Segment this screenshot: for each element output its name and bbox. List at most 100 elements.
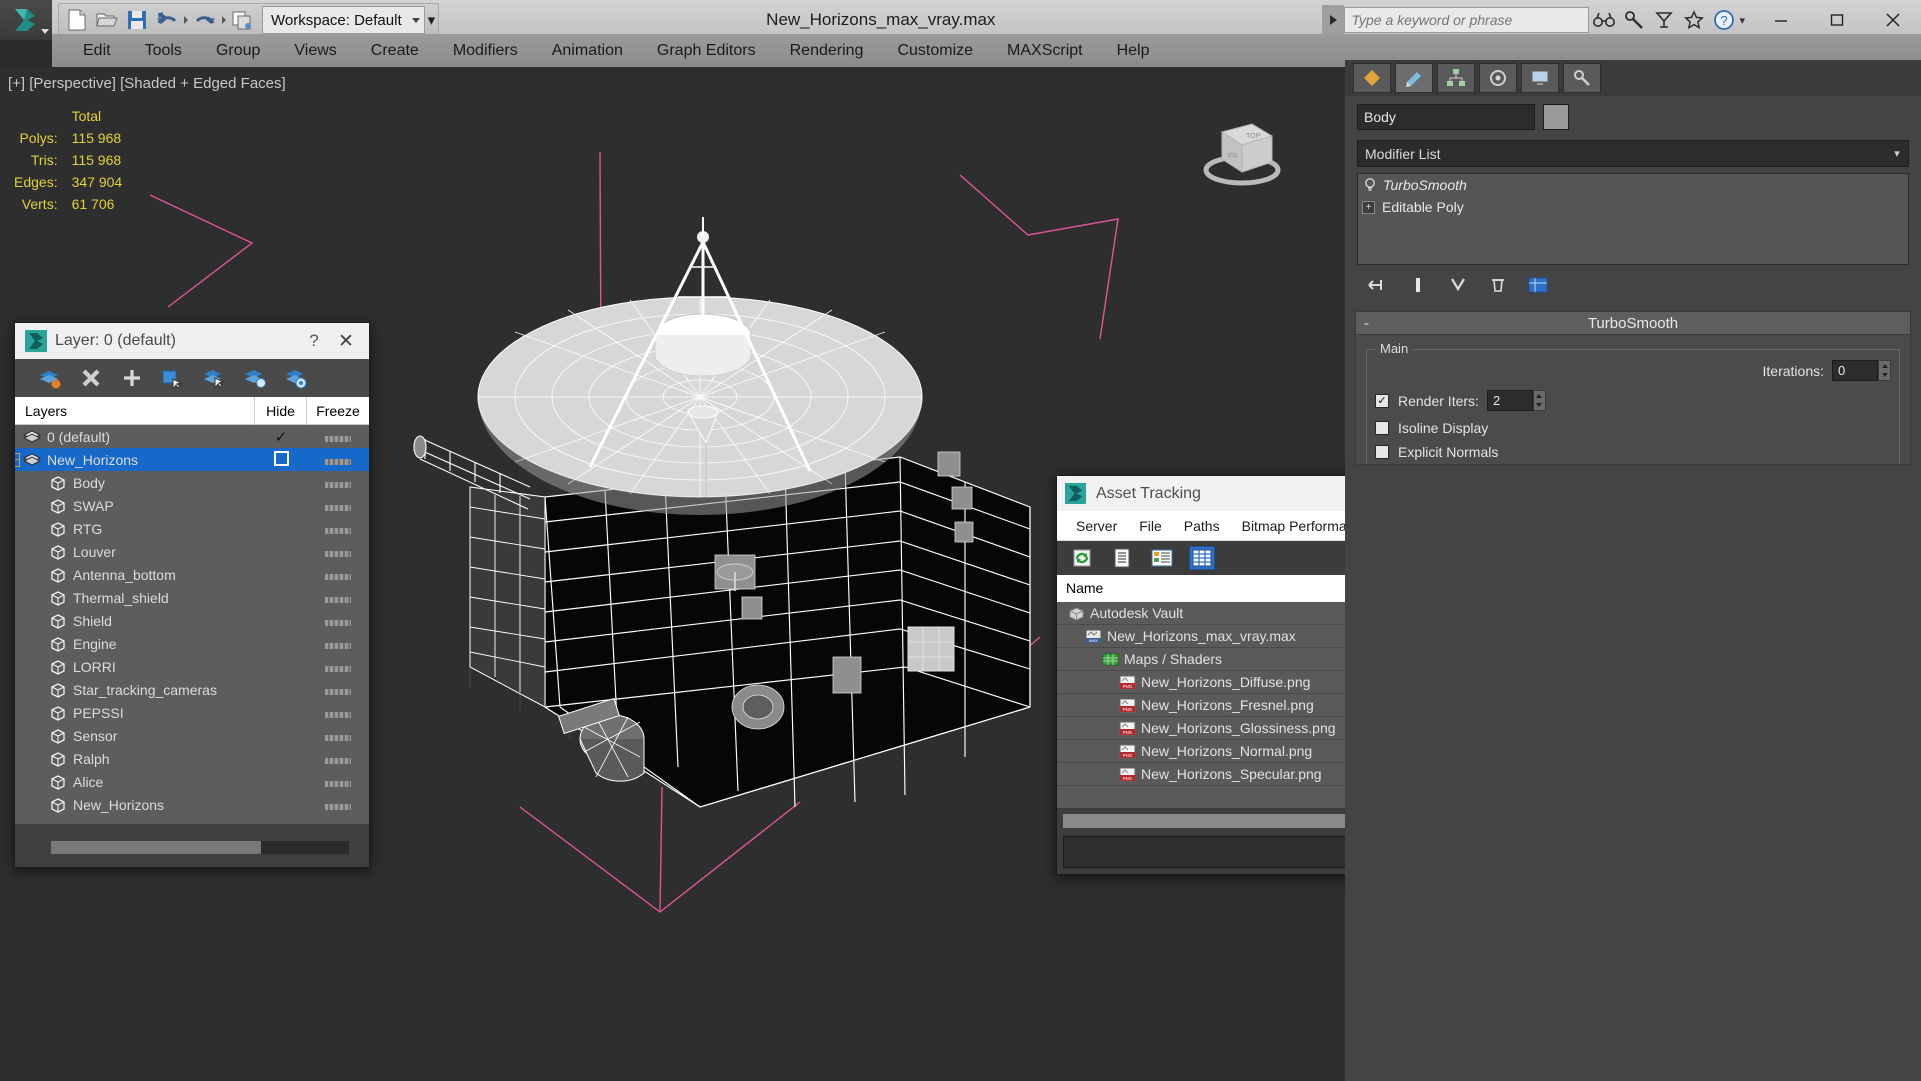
render-iters-checkbox[interactable]: ✓ [1375, 393, 1389, 408]
redo-icon[interactable] [190, 5, 220, 35]
layer-row[interactable]: Sensor [15, 724, 369, 747]
scrollbar-thumb[interactable] [51, 841, 261, 854]
menu-item-edit[interactable]: Edit [66, 34, 128, 67]
asset-menu-file[interactable]: File [1128, 518, 1173, 534]
layer-freeze-toggle[interactable] [307, 659, 369, 675]
explicit-normals-checkbox[interactable] [1375, 445, 1389, 459]
isoline-display-row[interactable]: Isoline Display [1375, 420, 1891, 436]
make-unique-icon[interactable] [1445, 273, 1471, 297]
asset-menu-paths[interactable]: Paths [1173, 518, 1231, 534]
layer-freeze-toggle[interactable] [307, 705, 369, 721]
configure-sets-icon[interactable] [1525, 273, 1551, 297]
menu-item-animation[interactable]: Animation [535, 34, 640, 67]
layer-freeze-toggle[interactable] [307, 774, 369, 790]
asset-menu-server[interactable]: Server [1065, 518, 1128, 534]
dish-icon[interactable] [1649, 4, 1679, 36]
binoculars-icon[interactable] [1589, 4, 1619, 36]
save-icon[interactable] [122, 5, 152, 35]
wrench-icon[interactable] [1619, 4, 1649, 36]
search-expand-icon[interactable] [1322, 5, 1345, 35]
menu-item-group[interactable]: Group [199, 34, 277, 67]
command-panel[interactable]: Modifier List ▾ TurboSmooth + Editable P… [1345, 60, 1921, 1081]
layer-row[interactable]: Alice [15, 770, 369, 793]
app-logo[interactable] [0, 0, 52, 40]
menu-item-create[interactable]: Create [354, 34, 436, 67]
rollout-collapse-icon[interactable]: - [1364, 315, 1369, 332]
render-iters-stepper[interactable] [1486, 390, 1546, 411]
grid-view-icon[interactable] [1189, 546, 1215, 570]
layer-row[interactable]: 0 (default) ✓ [15, 425, 369, 448]
layer-dialog-titlebar[interactable]: Layer: 0 (default) ? ✕ [15, 323, 369, 359]
help-dropdown-caret[interactable]: ▾ [1739, 14, 1745, 27]
menu-item-maxscript[interactable]: MAXScript [990, 34, 1100, 67]
menu-item-views[interactable]: Views [277, 34, 353, 67]
asset-col-name[interactable]: Name [1057, 575, 1393, 602]
layer-row[interactable]: Antenna_bottom [15, 563, 369, 586]
layer-freeze-toggle[interactable] [307, 521, 369, 537]
plus-expander-icon[interactable]: + [1362, 200, 1375, 214]
set-project-icon[interactable] [228, 5, 258, 35]
layer-col-name[interactable]: Layers [15, 396, 255, 425]
layer-help-button[interactable]: ? [299, 331, 329, 351]
menu-item-rendering[interactable]: Rendering [773, 34, 881, 67]
help-icon[interactable]: ? [1709, 4, 1739, 36]
select-highlighted-icon[interactable] [201, 365, 227, 391]
isoline-display-checkbox[interactable] [1375, 421, 1389, 435]
chevron-down-icon[interactable]: ▾ [1886, 147, 1908, 160]
show-end-result-icon[interactable] [1405, 273, 1431, 297]
object-name-input[interactable] [1357, 104, 1535, 130]
layer-row[interactable]: Thermal_shield [15, 586, 369, 609]
layer-hide-toggle[interactable]: ✓ [255, 428, 307, 446]
new-file-icon[interactable] [62, 5, 92, 35]
logo-dropdown-caret[interactable] [41, 29, 49, 34]
open-file-icon[interactable] [92, 5, 122, 35]
layer-row[interactable]: SWAP [15, 494, 369, 517]
star-icon[interactable] [1679, 4, 1709, 36]
layer-row[interactable]: New_Horizons [15, 793, 369, 816]
layer-row[interactable]: Ralph [15, 747, 369, 770]
create-new-layer-icon[interactable] [37, 365, 63, 391]
layer-row[interactable]: Body [15, 471, 369, 494]
layer-settings-icon[interactable] [283, 365, 309, 391]
layer-freeze-toggle[interactable] [307, 429, 369, 445]
current-layer-check[interactable]: ✓ [275, 429, 288, 446]
menu-item-modifiers[interactable]: Modifiers [436, 34, 535, 67]
modify-tab[interactable] [1395, 63, 1433, 93]
layer-freeze-toggle[interactable] [307, 613, 369, 629]
workspace-more-icon[interactable]: ▾ [428, 11, 436, 29]
iterations-stepper[interactable] [1832, 360, 1891, 381]
undo-dropdown-caret[interactable] [184, 16, 188, 24]
layer-freeze-toggle[interactable] [307, 590, 369, 606]
layer-row[interactable]: RTG [15, 517, 369, 540]
chevron-down-icon[interactable] [411, 17, 420, 23]
layer-row[interactable]: PEPSSI [15, 701, 369, 724]
menu-item-tools[interactable]: Tools [128, 34, 199, 67]
modifier-list-dropdown[interactable]: Modifier List ▾ [1357, 140, 1909, 167]
explicit-normals-row[interactable]: Explicit Normals [1375, 444, 1891, 460]
add-layer-icon[interactable] [119, 365, 145, 391]
remove-modifier-icon[interactable] [1485, 273, 1511, 297]
render-iters-spin-arrows[interactable] [1532, 390, 1546, 411]
current-layer-box[interactable] [273, 450, 289, 466]
workspace-selector[interactable]: Workspace: Default [262, 6, 425, 34]
iterations-input[interactable] [1832, 360, 1878, 381]
layer-freeze-toggle[interactable] [307, 475, 369, 491]
layer-row[interactable]: Shield [15, 609, 369, 632]
detail-view-icon[interactable] [1149, 546, 1175, 570]
hierarchy-tab[interactable] [1437, 63, 1475, 93]
layer-row[interactable]: Louver [15, 540, 369, 563]
menu-item-customize[interactable]: Customize [880, 34, 990, 67]
layer-freeze-toggle[interactable] [307, 751, 369, 767]
layer-col-hide[interactable]: Hide [255, 396, 307, 425]
layer-freeze-toggle[interactable] [307, 636, 369, 652]
layer-freeze-toggle[interactable] [307, 797, 369, 813]
modifier-stack[interactable]: TurboSmooth + Editable Poly [1357, 173, 1909, 265]
layer-row[interactable]: LORRI [15, 655, 369, 678]
layer-expander[interactable]: − [15, 452, 20, 467]
lightbulb-icon[interactable] [1362, 177, 1378, 193]
layer-horizontal-scrollbar[interactable] [51, 841, 349, 854]
list-view-icon[interactable] [1109, 546, 1135, 570]
modifier-stack-item-editable-poly[interactable]: + Editable Poly [1358, 196, 1908, 218]
layer-freeze-toggle[interactable] [307, 682, 369, 698]
rollout-header[interactable]: - TurboSmooth [1355, 311, 1911, 335]
